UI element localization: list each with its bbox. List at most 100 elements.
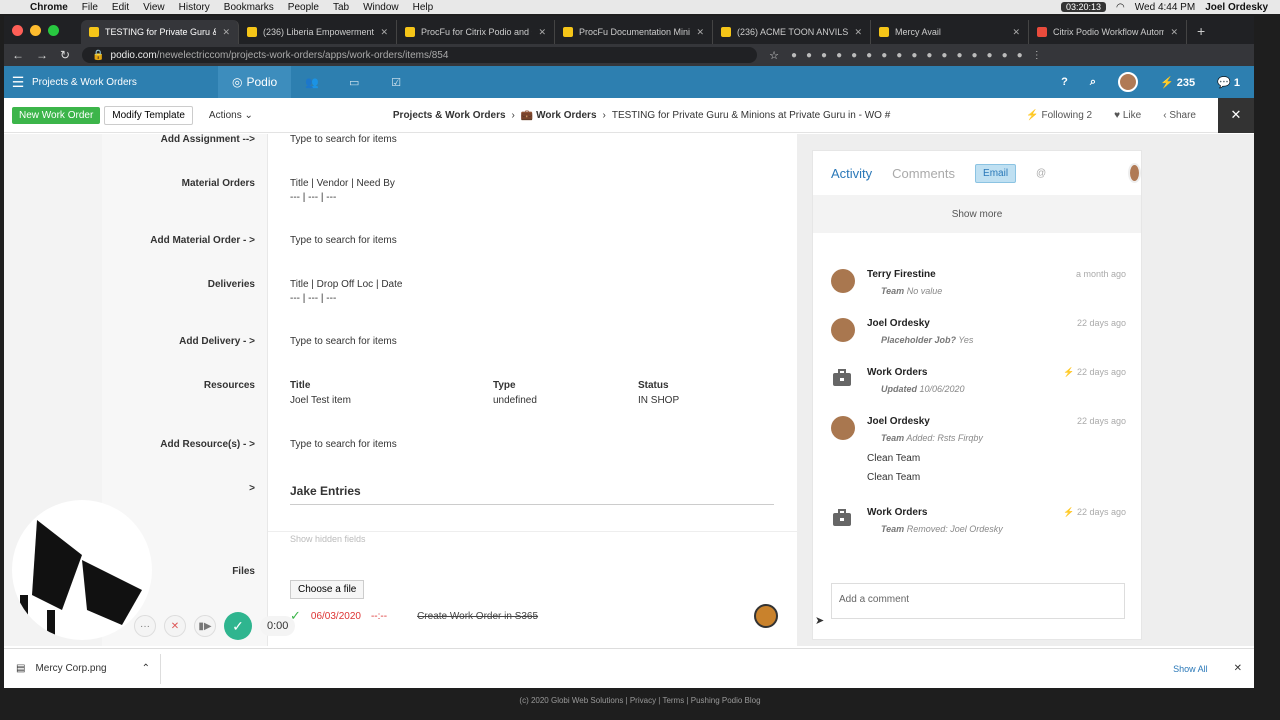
maximize-window-icon[interactable] (48, 24, 59, 36)
close-tab-icon[interactable]: ✕ (538, 27, 546, 38)
browser-tab[interactable]: Mercy Avail ✕ (871, 20, 1029, 44)
avatar[interactable] (1128, 163, 1141, 183)
extension-icon[interactable]: ● (851, 50, 857, 61)
chrome-menu-icon[interactable]: ⋮ (1032, 50, 1042, 61)
browser-tab[interactable]: TESTING for Private Guru & Mi ✕ (81, 20, 239, 44)
extension-icon[interactable]: ● (926, 50, 932, 61)
pause-icon[interactable]: ▮▶ (194, 615, 216, 637)
menu-tab[interactable]: Tab (333, 2, 349, 13)
resource-link[interactable]: Joel Test item (290, 395, 351, 406)
add-material-input[interactable]: Type to search for items (290, 235, 397, 246)
download-item[interactable]: ▤ Mercy Corp.png ⌃ (16, 653, 161, 684)
extension-icon[interactable]: ● (806, 50, 812, 61)
show-all-button[interactable]: Show All (1173, 664, 1208, 674)
wifi-icon[interactable]: ◠ (1116, 2, 1125, 13)
close-window-icon[interactable] (12, 24, 23, 36)
menu-edit[interactable]: Edit (112, 2, 129, 13)
menubar-user[interactable]: Joel Ordesky (1205, 2, 1268, 13)
show-more-button[interactable]: Show more (813, 195, 1141, 233)
email-button[interactable]: Email (975, 163, 1017, 183)
menu-history[interactable]: History (179, 2, 210, 13)
extension-icon[interactable]: ● (956, 50, 962, 61)
more-icon[interactable]: ··· (134, 615, 156, 637)
activity-author[interactable]: Work Orders (867, 507, 927, 518)
close-tab-icon[interactable]: ✕ (696, 27, 704, 38)
close-tab-icon[interactable]: ✕ (222, 27, 230, 38)
extension-icon[interactable]: ● (972, 50, 978, 61)
menu-people[interactable]: People (288, 2, 319, 13)
jake-expand-toggle[interactable]: > (249, 483, 255, 494)
podio-logo[interactable]: ◎ Podio (218, 66, 292, 98)
tab-comments[interactable]: Comments (892, 166, 955, 181)
finish-recording-icon[interactable]: ✓ (224, 612, 252, 640)
new-work-order-button[interactable]: New Work Order (12, 106, 101, 124)
breadcrumb-workspace[interactable]: Projects & Work Orders (393, 110, 506, 121)
menu-bookmarks[interactable]: Bookmarks (224, 2, 274, 13)
browser-tab[interactable]: ProcFu Documentation Mini Ap ✕ (555, 20, 713, 44)
calendar-icon[interactable]: ▭ (333, 76, 375, 89)
extension-icon[interactable]: ● (791, 50, 797, 61)
datetime[interactable]: Wed 4:44 PM (1135, 2, 1195, 13)
new-tab-icon[interactable]: + (1187, 23, 1215, 44)
menu-app[interactable]: Chrome (30, 2, 68, 13)
add-resources-input[interactable]: Type to search for items (290, 439, 397, 450)
browser-tab[interactable]: Citrix Podio Workflow Automati ✕ (1029, 20, 1187, 44)
add-delivery-input[interactable]: Type to search for items (290, 336, 397, 347)
add-assignment-input[interactable]: Type to search for items (290, 134, 397, 145)
menu-file[interactable]: File (82, 2, 98, 13)
extension-icon[interactable]: ● (896, 50, 902, 61)
browser-tab[interactable]: ProcFu for Citrix Podio and Gl ✕ (397, 20, 555, 44)
minimize-window-icon[interactable] (30, 24, 41, 36)
chevron-up-icon[interactable]: ⌃ (142, 663, 150, 674)
back-icon[interactable]: ← (12, 48, 24, 62)
workspace-name[interactable]: Projects & Work Orders (32, 77, 218, 88)
extension-icon[interactable]: ● (1017, 50, 1023, 61)
extension-icon[interactable]: ● (821, 50, 827, 61)
task-title[interactable]: Create Work Order in S365 (417, 611, 538, 622)
share-button[interactable]: ‹ Share (1163, 110, 1196, 121)
avatar[interactable] (831, 318, 855, 342)
extension-icon[interactable]: ● (941, 50, 947, 61)
menu-help[interactable]: Help (413, 2, 434, 13)
extension-icon[interactable]: ● (987, 50, 993, 61)
reload-icon[interactable]: ↻ (60, 48, 70, 62)
avatar[interactable] (754, 604, 778, 628)
menu-window[interactable]: Window (363, 2, 399, 13)
messages[interactable]: 💬 1 (1217, 76, 1240, 89)
tab-activity[interactable]: Activity (831, 166, 872, 181)
search-icon[interactable]: ⌕ (1090, 76, 1096, 89)
show-hidden-fields-link[interactable]: Show hidden fields (290, 534, 366, 544)
like-button[interactable]: ♥ Like (1114, 110, 1141, 121)
extension-icon[interactable]: ● (1002, 50, 1008, 61)
close-downloads-icon[interactable]: ✕ (1234, 663, 1242, 674)
help-icon[interactable]: ? (1061, 76, 1068, 88)
breadcrumb-app[interactable]: 💼 Work Orders (521, 110, 597, 121)
menu-view[interactable]: View (143, 2, 165, 13)
avatar[interactable] (831, 416, 855, 440)
tasks-icon[interactable]: ☑ (375, 76, 417, 89)
activity-author[interactable]: Terry Firestine (867, 269, 936, 280)
following-button[interactable]: ⚡ Following 2 (1026, 110, 1092, 121)
close-tab-icon[interactable]: ✕ (854, 27, 862, 38)
comment-input[interactable]: Add a comment (831, 583, 1125, 619)
recording-timer[interactable]: 03:20:13 (1061, 2, 1107, 12)
bookmark-star-icon[interactable]: ☆ (769, 49, 779, 62)
extension-icon[interactable]: ● (836, 50, 842, 61)
close-tab-icon[interactable]: ✕ (1012, 27, 1020, 38)
lock-icon[interactable]: 🔒 (92, 50, 104, 61)
close-tab-icon[interactable]: ✕ (380, 27, 388, 38)
modify-template-button[interactable]: Modify Template (104, 105, 193, 125)
forward-icon[interactable]: → (36, 48, 48, 62)
close-tab-icon[interactable]: ✕ (1170, 27, 1178, 38)
extension-icon[interactable]: ● (911, 50, 917, 61)
notifications[interactable]: ⚡ 235 (1160, 76, 1195, 89)
choose-file-button[interactable]: Choose a file (290, 580, 365, 599)
avatar[interactable] (831, 269, 855, 293)
close-item-icon[interactable]: ✕ (1218, 97, 1254, 133)
activity-author[interactable]: Joel Ordesky (867, 416, 930, 427)
browser-tab[interactable]: (236) ACME TOON ANVILS | M ✕ (713, 20, 871, 44)
address-bar[interactable]: 🔒 podio.com/newelectriccom/projects-work… (82, 47, 758, 63)
hamburger-icon[interactable]: ☰ (4, 74, 32, 91)
discard-icon[interactable]: ✕ (164, 615, 186, 637)
avatar[interactable] (1117, 72, 1138, 92)
